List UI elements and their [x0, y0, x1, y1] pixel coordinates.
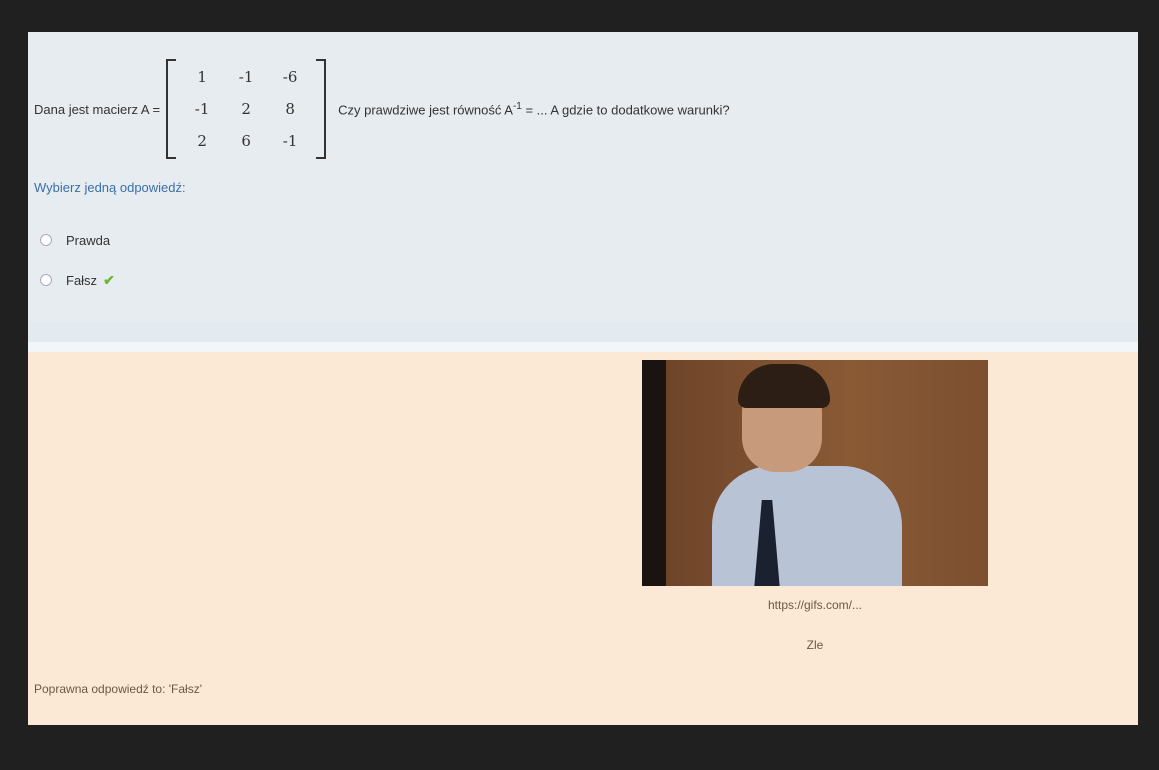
question-text-after: Czy prawdziwe jest równość A-1 = ... A g… [338, 101, 730, 117]
matrix-cell: 2 [197, 132, 207, 150]
gif-caption[interactable]: https://gifs.com/... [642, 598, 988, 612]
matrix-cell: -1 [238, 68, 254, 86]
gif-subcaption: Zle [806, 638, 824, 652]
matrix-cell: -1 [282, 132, 298, 150]
matrix-cell: 2 [241, 100, 251, 118]
answer-label: Prawda [66, 232, 111, 248]
question-lead: Dana jest macierz A = [34, 101, 161, 117]
answer-option-false[interactable]: Fałsz ✔ [40, 260, 115, 300]
quiz-page: Dana jest macierz A = 1 -1 -6 -1 2 8 2 6… [28, 32, 1138, 725]
gif-figure-hair [738, 364, 830, 408]
correct-answer-text: Poprawna odpowiedź to: 'Fałsz' [34, 682, 203, 696]
question-card: Dana jest macierz A = 1 -1 -6 -1 2 8 2 6… [28, 32, 1138, 322]
answer-prompt: Wybierz jedną odpowiedź: [34, 180, 186, 195]
matrix-cell: 6 [241, 132, 251, 150]
question-text: Dana jest macierz A = 1 -1 -6 -1 2 8 2 6… [34, 54, 730, 164]
matrix-cell: -1 [194, 100, 210, 118]
matrix-cell: 1 [197, 68, 207, 86]
answer-list: Prawda Fałsz ✔ [40, 220, 115, 300]
answer-label: Fałsz [66, 272, 98, 288]
inverse-superscript: -1 [512, 100, 522, 112]
radio-button[interactable] [40, 274, 52, 286]
matrix-cell: -6 [282, 68, 298, 86]
question-mid: Czy prawdziwe jest równość A [338, 102, 513, 118]
divider [28, 342, 1138, 352]
check-icon: ✔ [103, 271, 115, 288]
question-footer-strip [28, 322, 1138, 342]
question-tail: = ... A gdzie to dodatkowe warunki? [525, 102, 730, 118]
reaction-gif [642, 360, 988, 586]
feedback-card: https://gifs.com/... Zle Poprawna odpowi… [28, 352, 1138, 725]
matrix-right-bracket [316, 59, 327, 159]
matrix-left-bracket [166, 59, 177, 159]
radio-button[interactable] [40, 234, 52, 246]
answer-option-true[interactable]: Prawda [40, 220, 115, 260]
matrix-grid: 1 -1 -6 -1 2 8 2 6 -1 [176, 59, 316, 159]
gif-figure-shirt [712, 466, 902, 586]
matrix-cell: 8 [285, 100, 295, 118]
matrix-a: 1 -1 -6 -1 2 8 2 6 -1 [166, 59, 327, 159]
